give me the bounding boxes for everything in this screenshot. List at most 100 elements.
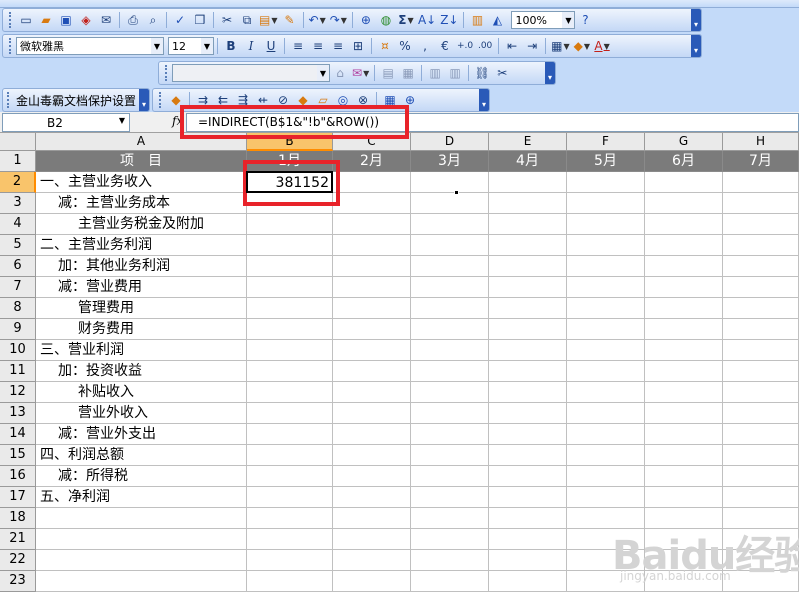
- chevron-down-icon[interactable]: ▼: [201, 38, 213, 54]
- cell-g4[interactable]: [645, 214, 723, 235]
- align-center-icon[interactable]: ≡: [308, 36, 328, 56]
- row-header-7[interactable]: 7: [0, 277, 36, 298]
- column-header-h[interactable]: H: [723, 133, 799, 151]
- row-header-22[interactable]: 22: [0, 550, 36, 571]
- cell-e18[interactable]: [489, 508, 567, 529]
- unlink-icon[interactable]: ✂: [492, 63, 512, 83]
- cell-b8[interactable]: [247, 298, 333, 319]
- web-icon[interactable]: ◍: [376, 10, 396, 30]
- cell-c3[interactable]: [333, 193, 411, 214]
- underline-button[interactable]: U: [261, 36, 281, 56]
- cell-c4[interactable]: [333, 214, 411, 235]
- cell-d13[interactable]: [411, 403, 489, 424]
- cell-e5[interactable]: [489, 235, 567, 256]
- cell-b13[interactable]: [247, 403, 333, 424]
- cell-d3[interactable]: [411, 193, 489, 214]
- row-header-17[interactable]: 17: [0, 487, 36, 508]
- hyperlink-icon[interactable]: ⊕: [356, 10, 376, 30]
- cell-g10[interactable]: [645, 340, 723, 361]
- undo-icon[interactable]: ↶ ▼: [307, 10, 328, 30]
- cell-b5[interactable]: [247, 235, 333, 256]
- cell-f4[interactable]: [567, 214, 645, 235]
- cell-c8[interactable]: [333, 298, 411, 319]
- cell-c22[interactable]: [333, 550, 411, 571]
- toolbar-grip[interactable]: [165, 65, 168, 81]
- cell-f6[interactable]: [567, 256, 645, 277]
- cell-c11[interactable]: [333, 361, 411, 382]
- cell-g11[interactable]: [645, 361, 723, 382]
- cell-b12[interactable]: [247, 382, 333, 403]
- table-icon[interactable]: ▤: [378, 63, 398, 83]
- cell-h5[interactable]: [723, 235, 799, 256]
- cell-f17[interactable]: [567, 487, 645, 508]
- cell-d21[interactable]: [411, 529, 489, 550]
- cell-d8[interactable]: [411, 298, 489, 319]
- cell-a23[interactable]: [36, 571, 247, 592]
- fill-handle[interactable]: [454, 190, 459, 195]
- cell-f13[interactable]: [567, 403, 645, 424]
- cell-a21[interactable]: [36, 529, 247, 550]
- new-icon[interactable]: ▭: [16, 10, 36, 30]
- sort-descending-icon[interactable]: Z↓: [438, 10, 460, 30]
- cell-e21[interactable]: [489, 529, 567, 550]
- decrease-indent-icon[interactable]: ⇤: [502, 36, 522, 56]
- increase-decimal-icon[interactable]: +.0: [455, 36, 475, 56]
- cell-h12[interactable]: [723, 382, 799, 403]
- cell-c7[interactable]: [333, 277, 411, 298]
- cell-c14[interactable]: [333, 424, 411, 445]
- merge-center-icon[interactable]: ⊞: [348, 36, 368, 56]
- email-icon[interactable]: ✉: [96, 10, 116, 30]
- print-icon[interactable]: ⎙: [123, 10, 143, 30]
- row-header-11[interactable]: 11: [0, 361, 36, 382]
- cell-a17[interactable]: 五、净利润: [36, 487, 247, 508]
- cell-a11[interactable]: 加：投资收益: [36, 361, 247, 382]
- cell-b10[interactable]: [247, 340, 333, 361]
- row-header-13[interactable]: 13: [0, 403, 36, 424]
- cell-g8[interactable]: [645, 298, 723, 319]
- redo-icon[interactable]: ↷ ▼: [328, 10, 349, 30]
- cell-c21[interactable]: [333, 529, 411, 550]
- cell-b23[interactable]: [247, 571, 333, 592]
- ink-icon[interactable]: ✉ ▼: [350, 63, 371, 83]
- cell-g15[interactable]: [645, 445, 723, 466]
- cell-h13[interactable]: [723, 403, 799, 424]
- cell-e23[interactable]: [489, 571, 567, 592]
- link-icon[interactable]: ⛓: [472, 63, 492, 83]
- research-icon[interactable]: ❒: [190, 10, 210, 30]
- cell-h1[interactable]: 7月: [723, 151, 799, 172]
- cell-e15[interactable]: [489, 445, 567, 466]
- cell-e2[interactable]: [489, 172, 567, 193]
- align-right-icon[interactable]: ≡: [328, 36, 348, 56]
- cell-d17[interactable]: [411, 487, 489, 508]
- cell-e1[interactable]: 4月: [489, 151, 567, 172]
- cell-d1[interactable]: 3月: [411, 151, 489, 172]
- row-header-15[interactable]: 15: [0, 445, 36, 466]
- cell-c17[interactable]: [333, 487, 411, 508]
- cell-d15[interactable]: [411, 445, 489, 466]
- toolbar-options-icon[interactable]: ▾: [545, 62, 555, 84]
- row-header-1[interactable]: 1: [0, 151, 36, 172]
- cell-e3[interactable]: [489, 193, 567, 214]
- format-painter-icon[interactable]: ✎: [280, 10, 300, 30]
- open-icon[interactable]: ▰: [36, 10, 56, 30]
- cell-a5[interactable]: 二、主营业务利润: [36, 235, 247, 256]
- cell-a9[interactable]: 财务费用: [36, 319, 247, 340]
- chevron-down-icon[interactable]: ▼: [317, 65, 329, 81]
- cell-g9[interactable]: [645, 319, 723, 340]
- chart-wizard-icon[interactable]: ▥: [467, 10, 487, 30]
- toolbar-grip[interactable]: [9, 38, 12, 54]
- cell-h3[interactable]: [723, 193, 799, 214]
- toolbar-options-icon[interactable]: ▾: [691, 9, 701, 31]
- font-size-select[interactable]: 12 ▼: [168, 37, 214, 55]
- percent-button[interactable]: %: [395, 36, 415, 56]
- copy-icon[interactable]: ⧉: [237, 10, 257, 30]
- cell-d11[interactable]: [411, 361, 489, 382]
- cell-b21[interactable]: [247, 529, 333, 550]
- column-header-f[interactable]: F: [567, 133, 645, 151]
- row-header-3[interactable]: 3: [0, 193, 36, 214]
- column-header-e[interactable]: E: [489, 133, 567, 151]
- comma-button[interactable]: ,: [415, 36, 435, 56]
- cell-f8[interactable]: [567, 298, 645, 319]
- cell-c6[interactable]: [333, 256, 411, 277]
- toolbar-options-icon[interactable]: ▾: [691, 35, 701, 57]
